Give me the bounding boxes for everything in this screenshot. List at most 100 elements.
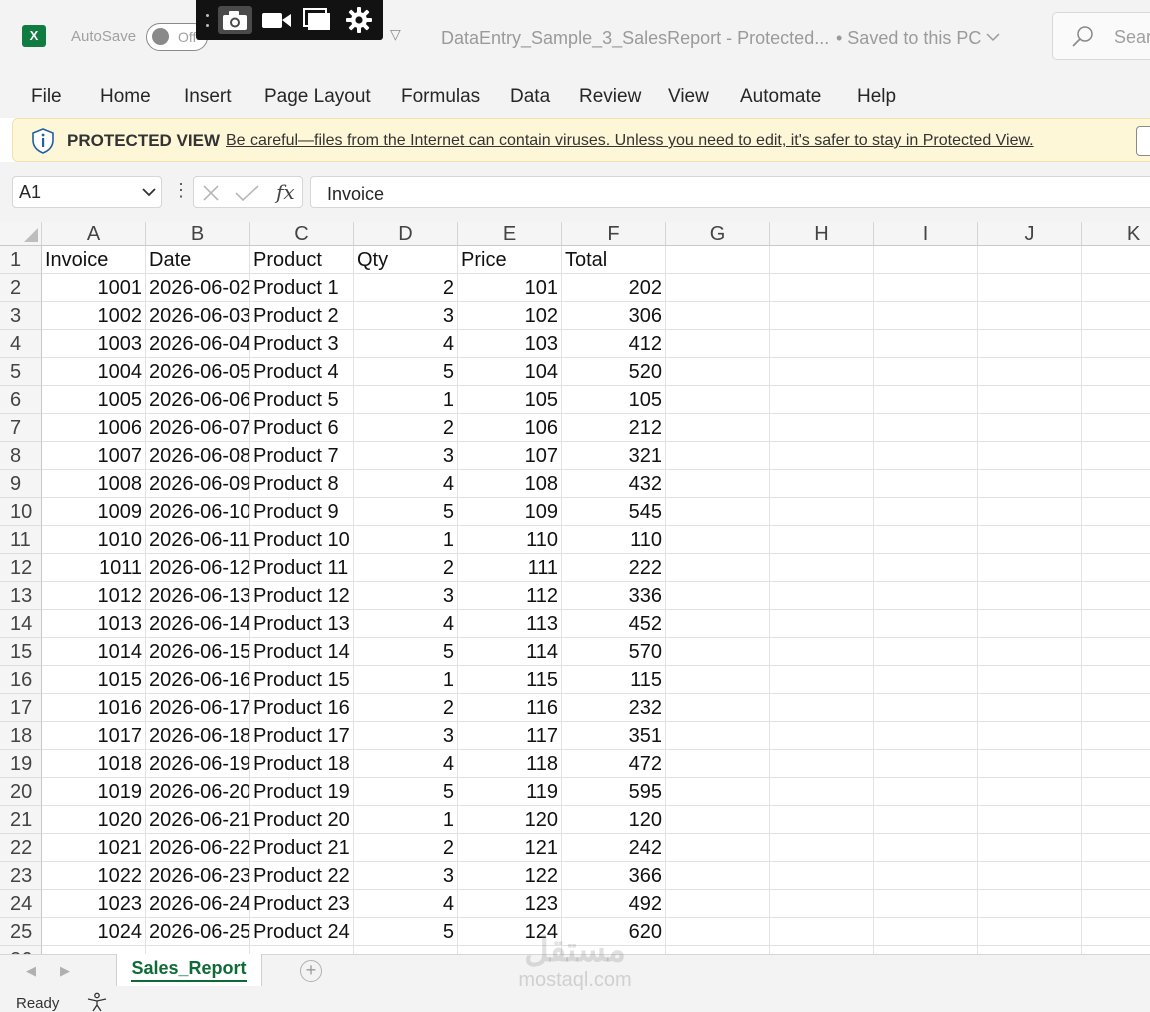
row-header[interactable]: 25 — [0, 918, 42, 946]
grid-cell[interactable] — [874, 834, 978, 862]
grid-cell[interactable] — [874, 918, 978, 946]
grid-cell[interactable] — [874, 470, 978, 498]
table-cell[interactable]: 2026-06-23 — [146, 862, 249, 890]
menu-page-layout[interactable]: Page Layout — [264, 86, 371, 108]
grid-cell[interactable] — [874, 806, 978, 834]
menu-file[interactable]: File — [31, 86, 62, 108]
table-cell[interactable]: 2026-06-15 — [146, 638, 249, 666]
grid-cell[interactable] — [978, 638, 1082, 666]
table-cell[interactable]: 112 — [458, 582, 561, 610]
header-cell[interactable]: Invoice — [42, 246, 145, 274]
grid-cell[interactable] — [1082, 918, 1150, 946]
row-header[interactable]: 16 — [0, 666, 42, 694]
table-cell[interactable]: 570 — [562, 638, 665, 666]
grid-cell[interactable] — [978, 722, 1082, 750]
table-cell[interactable]: 110 — [562, 526, 665, 554]
row-header[interactable]: 12 — [0, 554, 42, 582]
table-cell[interactable]: 105 — [562, 386, 665, 414]
table-cell[interactable]: 120 — [562, 806, 665, 834]
table-cell[interactable]: 5 — [354, 498, 457, 526]
table-cell[interactable]: 3 — [354, 302, 457, 330]
grid-cell[interactable] — [978, 498, 1082, 526]
more-options-icon[interactable]: ⋮ — [172, 180, 190, 201]
table-cell[interactable]: 2026-06-04 — [146, 330, 249, 358]
table-cell[interactable]: 2026-06-21 — [146, 806, 249, 834]
sheet-nav-prev-icon[interactable]: ◀ — [26, 963, 36, 979]
grid-cell[interactable] — [770, 470, 874, 498]
table-cell[interactable]: 1015 — [42, 666, 145, 694]
grid-cell[interactable] — [666, 722, 770, 750]
insert-function-fx-icon[interactable]: fx — [276, 180, 295, 204]
table-cell[interactable]: Product 20 — [250, 806, 353, 834]
grid-cell[interactable] — [978, 694, 1082, 722]
table-cell[interactable]: Product 22 — [250, 862, 353, 890]
table-cell[interactable]: 351 — [562, 722, 665, 750]
row-header[interactable]: 1 — [0, 246, 42, 274]
grid-cell[interactable] — [978, 470, 1082, 498]
table-cell[interactable]: Product 17 — [250, 722, 353, 750]
sheet-tab-sales-report[interactable]: Sales_Report — [116, 954, 262, 986]
table-cell[interactable]: 115 — [458, 666, 561, 694]
grid-cell[interactable] — [666, 778, 770, 806]
row-header[interactable]: 10 — [0, 498, 42, 526]
grid-cell[interactable] — [1082, 890, 1150, 918]
grid-cell[interactable] — [978, 834, 1082, 862]
table-cell[interactable]: 110 — [458, 526, 561, 554]
grid-cell[interactable] — [770, 610, 874, 638]
grid-cell[interactable] — [770, 694, 874, 722]
menu-home[interactable]: Home — [100, 86, 151, 108]
table-cell[interactable]: 432 — [562, 470, 665, 498]
table-cell[interactable]: 1010 — [42, 526, 145, 554]
grid-cell[interactable] — [770, 414, 874, 442]
table-cell[interactable]: 1 — [354, 526, 457, 554]
grid-cell[interactable] — [1082, 554, 1150, 582]
table-cell[interactable]: 2026-06-10 — [146, 498, 249, 526]
table-cell[interactable]: 123 — [458, 890, 561, 918]
table-cell[interactable]: 114 — [458, 638, 561, 666]
column-header-i[interactable]: I — [874, 222, 978, 246]
grid-cell[interactable] — [770, 778, 874, 806]
grid-cell[interactable] — [1082, 666, 1150, 694]
table-cell[interactable]: 105 — [458, 386, 561, 414]
table-cell[interactable]: Product 16 — [250, 694, 353, 722]
grid-cell[interactable] — [874, 442, 978, 470]
table-cell[interactable]: 3 — [354, 582, 457, 610]
grid-cell[interactable] — [770, 722, 874, 750]
table-cell[interactable]: 1011 — [42, 554, 145, 582]
grid-cell[interactable] — [874, 778, 978, 806]
grid-cell[interactable] — [666, 638, 770, 666]
window-capture-icon[interactable] — [300, 6, 334, 34]
column-header-g[interactable]: G — [666, 222, 770, 246]
grid-cell[interactable] — [770, 582, 874, 610]
header-cell[interactable]: Price — [458, 246, 561, 274]
row-header[interactable]: 22 — [0, 834, 42, 862]
table-cell[interactable]: 1002 — [42, 302, 145, 330]
table-cell[interactable]: 3 — [354, 862, 457, 890]
row-header[interactable]: 6 — [0, 386, 42, 414]
table-cell[interactable]: Product 10 — [250, 526, 353, 554]
table-cell[interactable]: 2 — [354, 694, 457, 722]
table-cell[interactable]: 2 — [354, 554, 457, 582]
menu-view[interactable]: View — [668, 86, 709, 108]
table-cell[interactable]: Product 21 — [250, 834, 353, 862]
grid-cell[interactable] — [978, 666, 1082, 694]
grid-cell[interactable] — [666, 414, 770, 442]
grid-cell[interactable] — [978, 946, 1082, 954]
row-header[interactable]: 23 — [0, 862, 42, 890]
table-cell[interactable]: Product 18 — [250, 750, 353, 778]
worksheet-grid[interactable]: ABCDEFGHIJK 1 Invoice Date Product Qty Price T… — [0, 222, 1150, 954]
grid-cell[interactable] — [666, 666, 770, 694]
table-cell[interactable]: 2 — [354, 274, 457, 302]
grid-cell[interactable] — [978, 862, 1082, 890]
table-cell[interactable]: 1012 — [42, 582, 145, 610]
sheet-nav-next-icon[interactable]: ▶ — [60, 963, 70, 979]
table-cell[interactable]: 321 — [562, 442, 665, 470]
table-cell[interactable]: 106 — [458, 414, 561, 442]
grid-cell[interactable] — [666, 498, 770, 526]
grid-cell[interactable] — [770, 274, 874, 302]
grid-cell[interactable] — [978, 554, 1082, 582]
grid-cell[interactable] — [770, 526, 874, 554]
table-cell[interactable]: Product 23 — [250, 890, 353, 918]
grid-cell[interactable] — [1082, 442, 1150, 470]
more-options-icon[interactable]: ⋮ — [1144, 960, 1150, 980]
